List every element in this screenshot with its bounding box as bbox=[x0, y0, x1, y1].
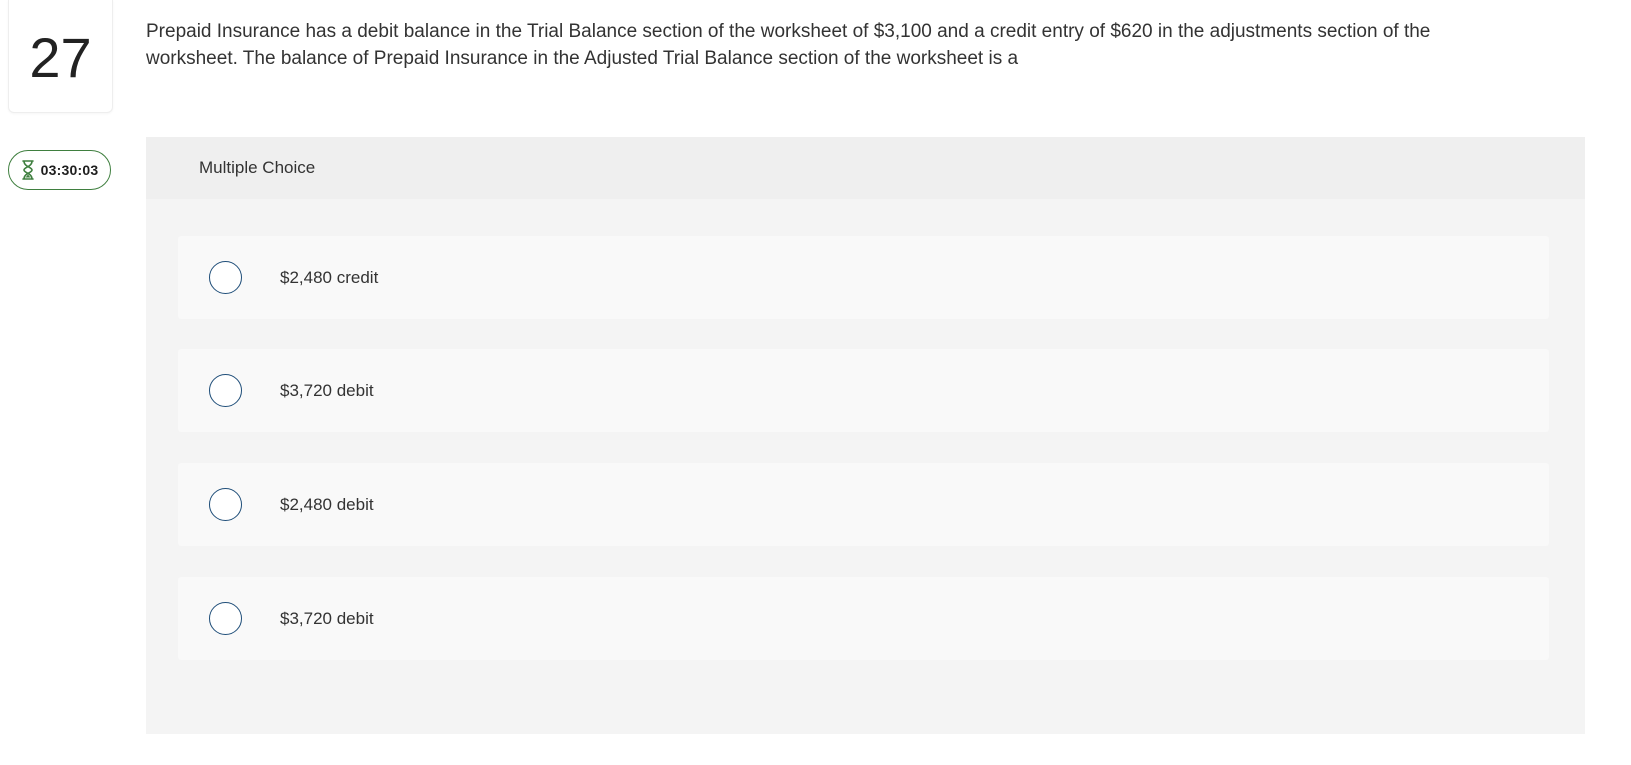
option-4[interactable]: $3,720 debit bbox=[178, 577, 1549, 660]
timer-time: 03:30:03 bbox=[40, 162, 99, 178]
option-label: $3,720 debit bbox=[280, 380, 374, 400]
question-page: 27 03:30:03 Prepaid Insurance has a debi… bbox=[0, 0, 1631, 765]
option-3[interactable]: $2,480 debit bbox=[178, 463, 1549, 546]
radio-button[interactable] bbox=[209, 602, 242, 635]
hourglass-icon bbox=[21, 160, 35, 180]
option-label: $2,480 debit bbox=[280, 494, 374, 514]
choice-type-label: Multiple Choice bbox=[199, 158, 316, 177]
question-number: 27 bbox=[29, 26, 92, 89]
question-number-card: 27 bbox=[8, 0, 113, 113]
option-1[interactable]: $2,480 credit bbox=[178, 236, 1549, 319]
choice-type-header: Multiple Choice bbox=[146, 137, 1585, 199]
option-label: $3,720 debit bbox=[280, 608, 374, 628]
timer-badge[interactable]: 03:30:03 bbox=[8, 150, 111, 190]
multiple-choice-panel: Multiple Choice $2,480 credit $3,720 deb… bbox=[146, 137, 1585, 734]
radio-button[interactable] bbox=[209, 261, 242, 294]
radio-button[interactable] bbox=[209, 488, 242, 521]
question-text: Prepaid Insurance has a debit balance in… bbox=[146, 21, 1431, 69]
radio-button[interactable] bbox=[209, 374, 242, 407]
option-2[interactable]: $3,720 debit bbox=[178, 349, 1549, 432]
option-label: $2,480 credit bbox=[280, 267, 379, 287]
